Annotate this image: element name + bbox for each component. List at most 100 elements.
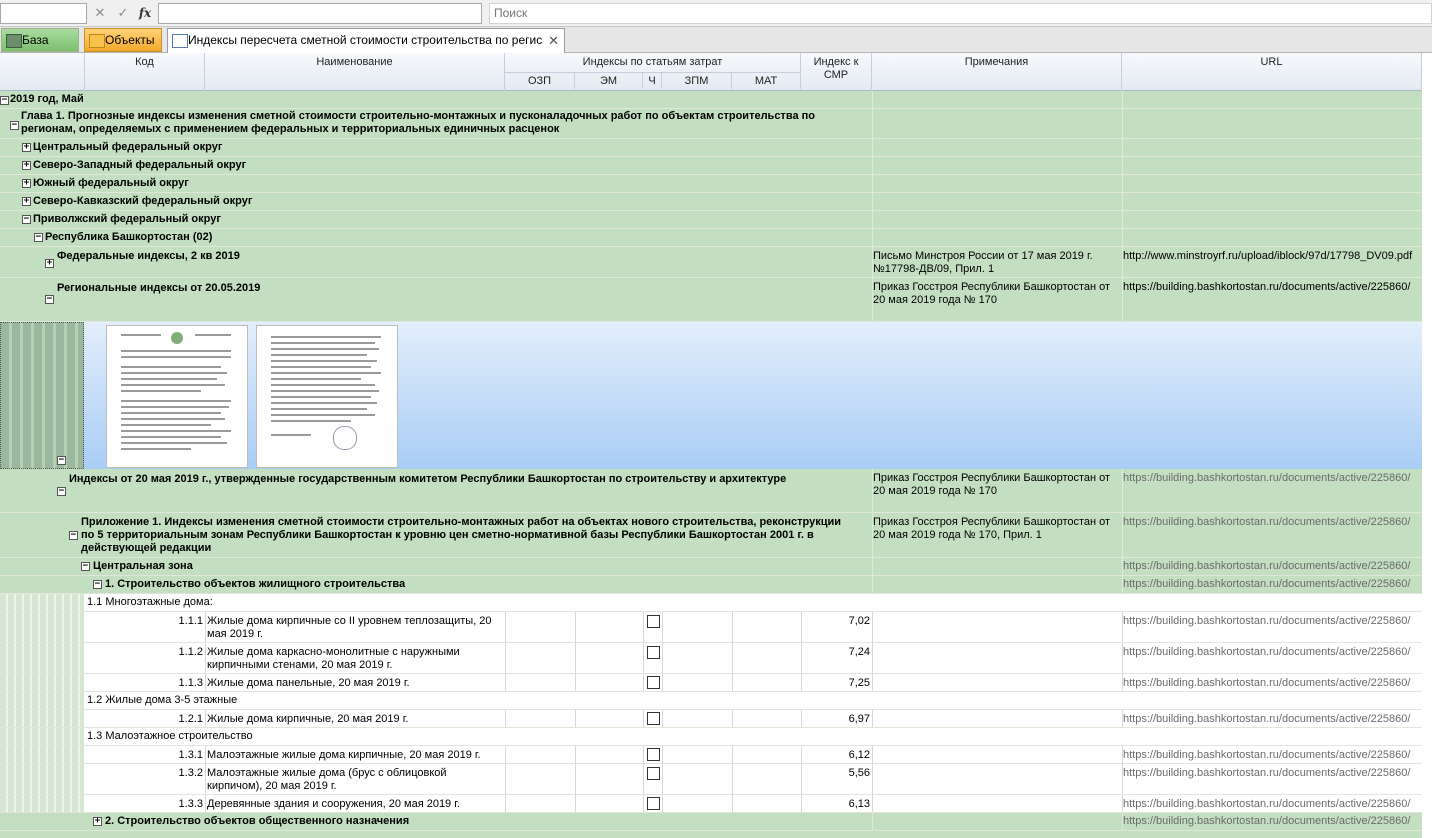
name-box[interactable]	[0, 3, 87, 24]
table-row[interactable]: 1.1.3 Жилые дома панельные, 20 мая 2019 …	[0, 674, 1422, 692]
mat-cell[interactable]	[732, 746, 802, 763]
tab-objects[interactable]: Объекты	[84, 28, 162, 52]
notes-cell[interactable]	[872, 643, 1123, 673]
notes-cell[interactable]	[872, 710, 1123, 727]
tab-baza[interactable]: База	[1, 28, 79, 52]
header-smr[interactable]: Индекс к СМР	[801, 53, 872, 91]
notes-cell[interactable]	[872, 612, 1123, 642]
zpm-cell[interactable]	[662, 746, 733, 763]
collapse-icon[interactable]: −	[93, 580, 102, 589]
search-input[interactable]: Поиск	[489, 3, 1432, 24]
notes-cell[interactable]	[872, 795, 1123, 812]
checkbox[interactable]	[647, 615, 660, 628]
code-cell[interactable]: 1.1.2	[84, 643, 206, 673]
checkbox[interactable]	[647, 712, 660, 725]
name-cell[interactable]: Деревянные здания и сооружения, 20 мая 2…	[205, 795, 506, 812]
row-url[interactable]: https://building.bashkortostan.ru/docume…	[1123, 516, 1410, 528]
checkbox[interactable]	[647, 797, 660, 810]
header-notes[interactable]: Примечания	[872, 53, 1122, 91]
mat-cell[interactable]	[732, 612, 802, 642]
tree-row-district[interactable]: + Северо-Западный федеральный округ	[0, 157, 1422, 175]
tree-row-section[interactable]: + 2. Строительство объектов общественног…	[0, 813, 1422, 831]
ch-cell[interactable]	[643, 795, 663, 812]
smr-cell[interactable]: 7,25	[801, 674, 873, 691]
smr-cell[interactable]: 6,97	[801, 710, 873, 727]
cancel-icon[interactable]: ✕	[90, 4, 110, 22]
notes-cell[interactable]	[872, 674, 1123, 691]
checkbox[interactable]	[647, 676, 660, 689]
tree-row-section[interactable]: − 1. Строительство объектов жилищного ст…	[0, 576, 1422, 594]
name-cell[interactable]: Жилые дома каркасно-монолитные с наружны…	[205, 643, 506, 673]
code-cell[interactable]: 1.3.2	[84, 764, 206, 794]
checkbox[interactable]	[647, 646, 660, 659]
row-url[interactable]: https://building.bashkortostan.ru/docume…	[1123, 472, 1410, 484]
code-cell[interactable]: 1.1.1	[84, 612, 206, 642]
row-url[interactable]: https://building.bashkortostan.ru/docume…	[1123, 615, 1410, 627]
mat-cell[interactable]	[732, 710, 802, 727]
ozp-cell[interactable]	[505, 795, 576, 812]
em-cell[interactable]	[575, 612, 644, 642]
notes-cell[interactable]	[872, 746, 1123, 763]
zpm-cell[interactable]	[662, 795, 733, 812]
name-cell[interactable]: Жилые дома панельные, 20 мая 2019 г.	[205, 674, 506, 691]
row-url[interactable]: http://www.minstroyrf.ru/upload/iblock/9…	[1123, 250, 1412, 262]
table-row[interactable]: 1.2.1 Жилые дома кирпичные, 20 мая 2019 …	[0, 710, 1422, 728]
ch-cell[interactable]	[643, 710, 663, 727]
row-url[interactable]: https://building.bashkortostan.ru/docume…	[1123, 767, 1410, 779]
ozp-cell[interactable]	[505, 643, 576, 673]
header-ozp[interactable]: ОЗП	[505, 72, 575, 89]
header-ch[interactable]: Ч	[643, 72, 662, 89]
row-url[interactable]: https://building.bashkortostan.ru/docume…	[1123, 815, 1410, 827]
table-row[interactable]: 1.1.1 Жилые дома кирпичные со II уровнем…	[0, 612, 1422, 643]
collapse-icon[interactable]: −	[69, 531, 78, 540]
zpm-cell[interactable]	[662, 710, 733, 727]
em-cell[interactable]	[575, 643, 644, 673]
header-url[interactable]: URL	[1122, 53, 1422, 91]
collapse-icon[interactable]: −	[81, 562, 90, 571]
mat-cell[interactable]	[732, 764, 802, 794]
header-name[interactable]: Наименование	[205, 53, 505, 91]
header-em[interactable]: ЭМ	[575, 72, 643, 89]
table-row[interactable]: 1.3.2 Малоэтажные жилые дома (брус с обл…	[0, 764, 1422, 795]
document-preview-row[interactable]: −	[0, 322, 1422, 469]
tree-row-federal[interactable]: + Федеральные индексы, 2 кв 2019 Письмо …	[0, 247, 1422, 278]
tree-row-year[interactable]: − 2019 год, Май	[0, 91, 1422, 109]
row-url[interactable]: https://building.bashkortostan.ru/docume…	[1123, 578, 1410, 590]
mat-cell[interactable]	[732, 674, 802, 691]
header-zpm[interactable]: ЗПМ	[662, 72, 732, 89]
ch-cell[interactable]	[643, 674, 663, 691]
code-cell[interactable]: 1.2.1	[84, 710, 206, 727]
expand-icon[interactable]: +	[22, 179, 31, 188]
ozp-cell[interactable]	[505, 710, 576, 727]
checkbox[interactable]	[647, 748, 660, 761]
tree-row-district[interactable]: − Приволжский федеральный округ	[0, 211, 1422, 229]
zpm-cell[interactable]	[662, 764, 733, 794]
collapse-icon[interactable]: −	[57, 456, 66, 465]
expand-icon[interactable]: +	[93, 817, 102, 826]
header-mat[interactable]: МАТ	[732, 72, 801, 89]
name-cell[interactable]: Жилые дома кирпичные, 20 мая 2019 г.	[205, 710, 506, 727]
close-icon[interactable]: ✕	[548, 29, 559, 52]
smr-cell[interactable]: 7,24	[801, 643, 873, 673]
collapse-icon[interactable]: −	[45, 295, 54, 304]
smr-cell[interactable]: 7,02	[801, 612, 873, 642]
row-url[interactable]: https://building.bashkortostan.ru/docume…	[1123, 677, 1410, 689]
table-row[interactable]: 1.1.2 Жилые дома каркасно-монолитные с н…	[0, 643, 1422, 674]
tree-row-district[interactable]: + Северо-Кавказский федеральный округ	[0, 193, 1422, 211]
row-url[interactable]: https://building.bashkortostan.ru/docume…	[1123, 713, 1410, 725]
em-cell[interactable]	[575, 674, 644, 691]
zpm-cell[interactable]	[662, 612, 733, 642]
row-url[interactable]: https://building.bashkortostan.ru/docume…	[1123, 646, 1410, 658]
tree-row-zone[interactable]: − Центральная зона https://building.bash…	[0, 558, 1422, 576]
collapse-icon[interactable]: −	[10, 121, 19, 130]
collapse-icon[interactable]: −	[57, 487, 66, 496]
document-thumbnail[interactable]	[256, 325, 398, 468]
row-url[interactable]: https://building.bashkortostan.ru/docume…	[1123, 749, 1410, 761]
formula-input[interactable]	[158, 3, 482, 24]
notes-cell[interactable]	[872, 764, 1123, 794]
collapse-icon[interactable]: −	[22, 215, 31, 224]
tree-row-district[interactable]: + Южный федеральный округ	[0, 175, 1422, 193]
ozp-cell[interactable]	[505, 746, 576, 763]
ozp-cell[interactable]	[505, 674, 576, 691]
ch-cell[interactable]	[643, 612, 663, 642]
